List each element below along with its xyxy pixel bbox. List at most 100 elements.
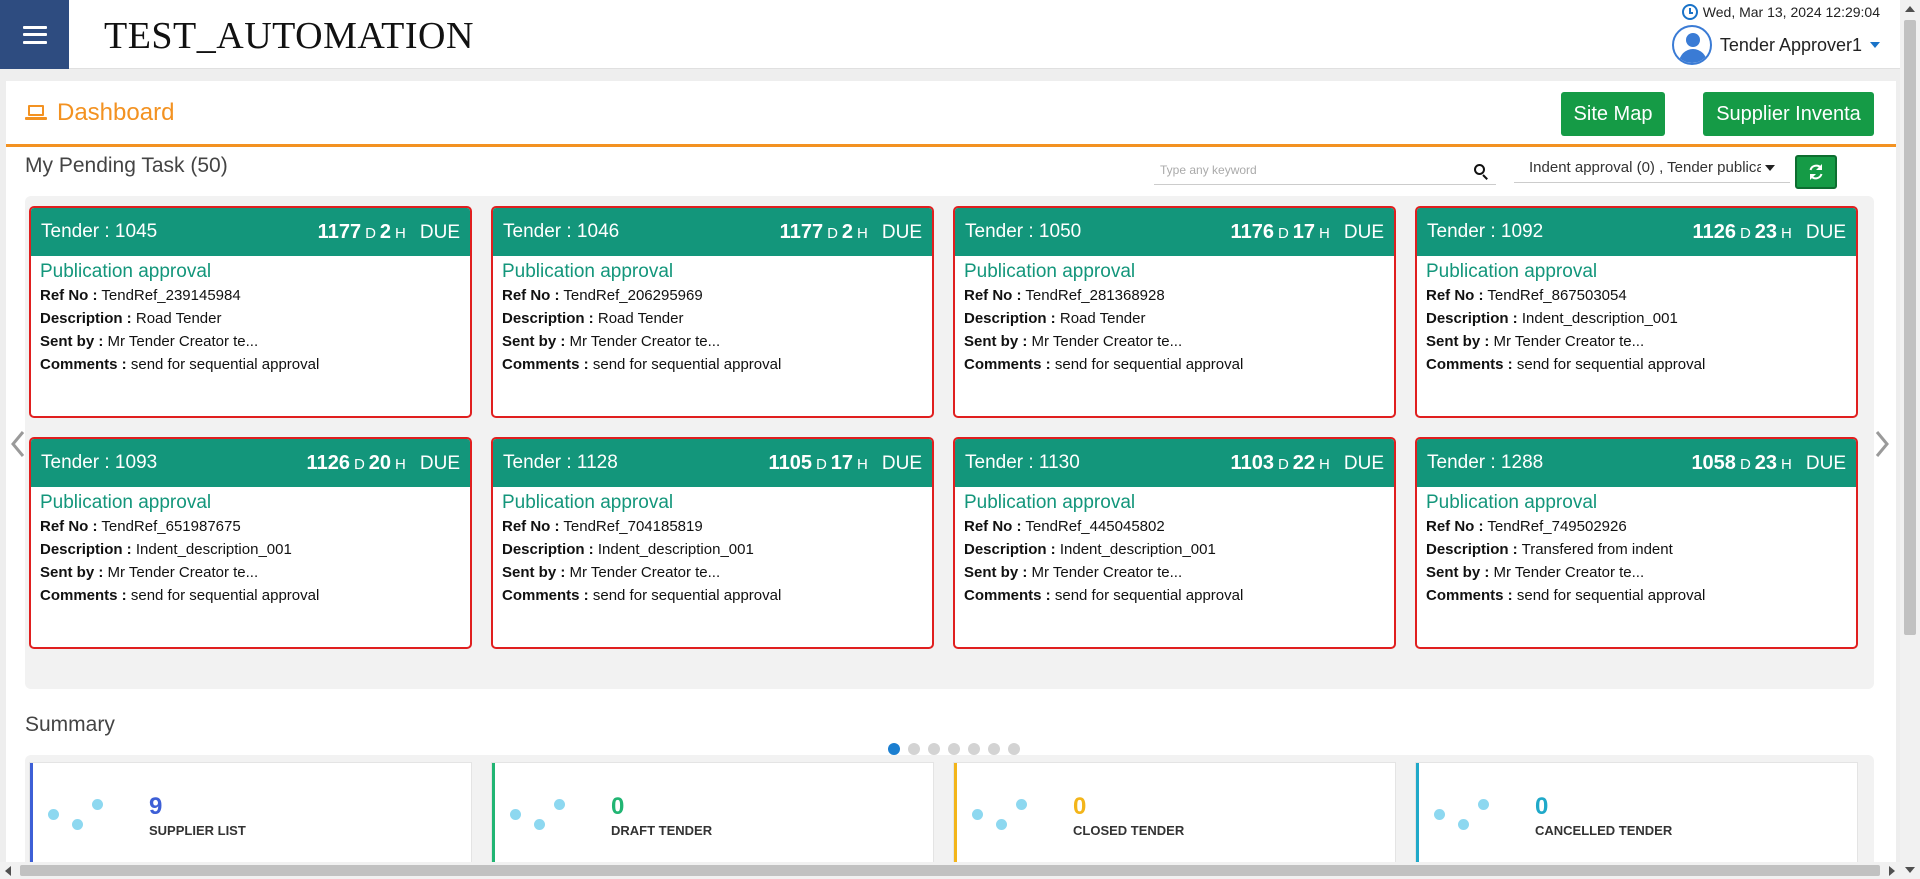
comments-row: Comments : send for sequential approval — [502, 356, 923, 373]
scroll-thumb[interactable] — [1904, 20, 1916, 635]
comments-value: send for sequential approval — [592, 356, 782, 373]
sent-by-value: Mr Tender Creator te... — [1031, 564, 1183, 581]
horizontal-scrollbar[interactable] — [0, 862, 1900, 879]
datetime-text: Wed, Mar 13, 2024 12:29:04 — [1702, 4, 1880, 20]
sent-by-value: Mr Tender Creator te... — [569, 333, 721, 350]
tender-id: Tender : 1130 — [965, 452, 1080, 473]
summary-count: 0 — [1535, 793, 1549, 820]
sent-by-row: Sent by : Mr Tender Creator te... — [964, 333, 1385, 350]
site-map-button[interactable]: Site Map — [1561, 92, 1665, 136]
scroll-left-icon[interactable] — [5, 866, 11, 876]
sent-by-label: Sent by : — [1426, 564, 1490, 581]
ref-label: Ref No : — [1426, 518, 1484, 535]
chevron-down-icon — [1765, 164, 1775, 171]
task-card[interactable]: Tender : 1045 1177 D 2 H DUE Publication appro… — [29, 206, 472, 418]
carousel-dot[interactable] — [968, 743, 980, 755]
pending-task-title: My Pending Task (50) — [25, 154, 228, 177]
supplier-inventory-button[interactable]: Supplier Inventa — [1703, 92, 1874, 136]
summary-card[interactable]: 0 CLOSED TENDER — [953, 762, 1396, 872]
menu-button[interactable] — [0, 0, 69, 69]
user-menu[interactable]: Tender Approver1 — [1671, 25, 1880, 65]
task-card[interactable]: Tender : 1288 1058 D 23 H DUE Publication appr… — [1415, 437, 1858, 649]
ref-value: TendRef_445045802 — [1025, 518, 1165, 535]
comments-row: Comments : send for sequential approval — [964, 356, 1385, 373]
carousel-dot[interactable] — [1008, 743, 1020, 755]
description-row: Description : Road Tender — [502, 310, 923, 327]
search-input[interactable] — [1154, 157, 1454, 183]
days-unit: D — [1277, 224, 1289, 242]
due-countdown: 1177 D 2 H DUE — [318, 221, 460, 244]
carousel-pagination — [888, 743, 1020, 755]
due-label: DUE — [419, 221, 460, 243]
days-unit: D — [1277, 455, 1289, 473]
summary-card[interactable]: 9 SUPPLIER LIST — [29, 762, 472, 872]
carousel-dot[interactable] — [908, 743, 920, 755]
search-icon[interactable] — [1474, 164, 1488, 180]
sent-by-value: Mr Tender Creator te... — [1493, 333, 1645, 350]
description-value: Indent_description_001 — [1521, 310, 1678, 327]
sent-by-label: Sent by : — [502, 333, 566, 350]
task-card[interactable]: Tender : 1046 1177 D 2 H DUE Publication appro… — [491, 206, 934, 418]
comments-value: send for sequential approval — [592, 587, 782, 604]
task-card[interactable]: Tender : 1093 1126 D 20 H DUE Publication appr… — [29, 437, 472, 649]
comments-row: Comments : send for sequential approval — [40, 356, 461, 373]
summary-card[interactable]: 0 CANCELLED TENDER — [1415, 762, 1858, 872]
summary-count: 0 — [611, 793, 625, 820]
hours-value: 22 — [1292, 451, 1316, 474]
task-card[interactable]: Tender : 1130 1103 D 22 H DUE Publication appr… — [953, 437, 1396, 649]
tender-id: Tender : 1050 — [965, 221, 1082, 242]
ref-label: Ref No : — [964, 518, 1022, 535]
hours-unit: H — [1319, 455, 1330, 473]
tender-id: Tender : 1093 — [41, 452, 158, 473]
scroll-thumb[interactable] — [20, 865, 1880, 876]
description-row: Description : Road Tender — [964, 310, 1385, 327]
task-status: Publication approval — [1426, 261, 1598, 282]
summary-card[interactable]: 0 DRAFT TENDER — [491, 762, 934, 872]
due-label: DUE — [1343, 221, 1384, 243]
days-value: 1105 — [768, 451, 812, 474]
vertical-scrollbar[interactable] — [1900, 0, 1920, 879]
chevron-right-icon[interactable] — [1872, 424, 1892, 464]
description-row: Description : Road Tender — [40, 310, 461, 327]
task-card[interactable]: Tender : 1050 1176 D 17 H DUE Publication appr… — [953, 206, 1396, 418]
carousel-dot[interactable] — [888, 743, 900, 755]
scroll-down-icon[interactable] — [1905, 867, 1915, 873]
hours-value: 17 — [830, 451, 854, 474]
hours-value: 23 — [1754, 220, 1778, 243]
sent-by-row: Sent by : Mr Tender Creator te... — [1426, 333, 1847, 350]
chevron-left-icon[interactable] — [8, 424, 28, 464]
ref-label: Ref No : — [1426, 287, 1484, 304]
task-card[interactable]: Tender : 1092 1126 D 23 H DUE Publication appr… — [1415, 206, 1858, 418]
task-card[interactable]: Tender : 1128 1105 D 17 H DUE Publication appr… — [491, 437, 934, 649]
hours-unit: H — [395, 455, 406, 473]
ref-row: Ref No : TendRef_651987675 — [40, 518, 461, 535]
due-countdown: 1103 D 22 H DUE — [1231, 452, 1384, 475]
comments-label: Comments : — [1426, 356, 1513, 373]
scroll-right-icon[interactable] — [1889, 866, 1895, 876]
due-label: DUE — [881, 221, 922, 243]
search-box — [1154, 157, 1496, 185]
due-label: DUE — [1805, 452, 1846, 474]
task-card-body: Publication approval Ref No : TendRef_239… — [31, 256, 470, 384]
due-countdown: 1176 D 17 H DUE — [1231, 221, 1384, 244]
due-label: DUE — [881, 452, 922, 474]
task-card-header: Tender : 1045 1177 D 2 H DUE — [31, 208, 470, 256]
scroll-up-icon[interactable] — [1905, 6, 1915, 12]
carousel-dot[interactable] — [988, 743, 1000, 755]
task-filter-select[interactable]: Indent approval (0) , Tender publica — [1514, 153, 1790, 183]
task-card-header: Tender : 1092 1126 D 23 H DUE — [1417, 208, 1856, 256]
days-value: 1126 — [306, 451, 350, 474]
refresh-button[interactable] — [1795, 155, 1837, 189]
description-row: Description : Indent_description_001 — [964, 541, 1385, 558]
sent-by-row: Sent by : Mr Tender Creator te... — [1426, 564, 1847, 581]
due-countdown: 1126 D 23 H DUE — [1693, 221, 1846, 244]
summary-accent — [1416, 763, 1419, 871]
comments-label: Comments : — [964, 356, 1051, 373]
ref-value: TendRef_704185819 — [563, 518, 703, 535]
ref-value: TendRef_281368928 — [1025, 287, 1165, 304]
carousel-dot[interactable] — [948, 743, 960, 755]
summary-accent — [492, 763, 495, 871]
summary-label: DRAFT TENDER — [611, 823, 713, 838]
carousel-dot[interactable] — [928, 743, 940, 755]
hours-value: 17 — [1292, 220, 1316, 243]
